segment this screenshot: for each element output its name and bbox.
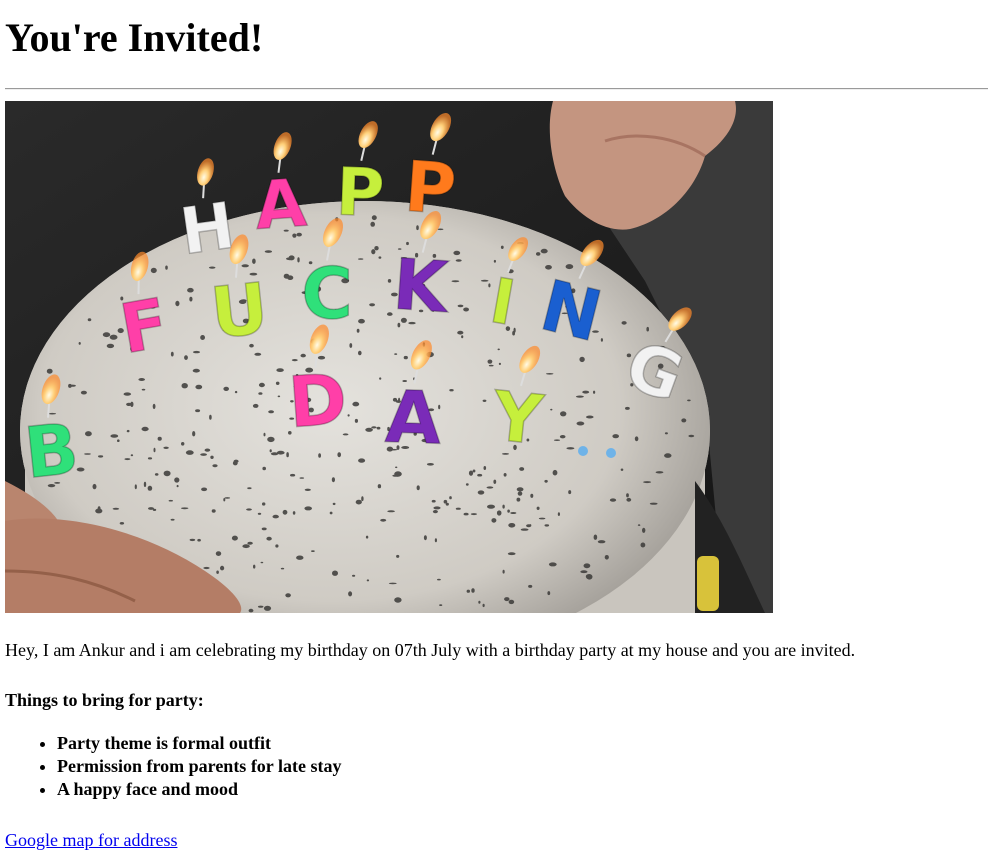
svg-text:K: K [390,243,453,329]
svg-text:U: U [207,267,272,355]
svg-text:H: H [176,189,239,270]
google-map-link[interactable]: Google map for address [5,829,177,851]
divider [5,88,988,90]
svg-text:P: P [335,153,386,232]
svg-text:A: A [253,164,309,244]
svg-text:B: B [21,407,83,494]
svg-text:Y: Y [488,377,547,461]
birthday-cake-photo: HAPPFUCKINGDAYB [5,101,773,613]
page-title: You're Invited! [5,15,264,60]
bring-list-title: Things to bring for party: [5,690,204,710]
list-item: Party theme is formal outfit [57,732,341,755]
list-item: A happy face and mood [57,778,341,801]
bring-list: Party theme is formal outfit Permission … [5,732,341,801]
invitation-message: Hey, I am Ankur and i am celebrating my … [5,640,856,660]
svg-text:C: C [301,253,352,335]
svg-text:A: A [384,375,443,461]
svg-text:D: D [286,358,350,444]
list-item: Permission from parents for late stay [57,755,341,778]
